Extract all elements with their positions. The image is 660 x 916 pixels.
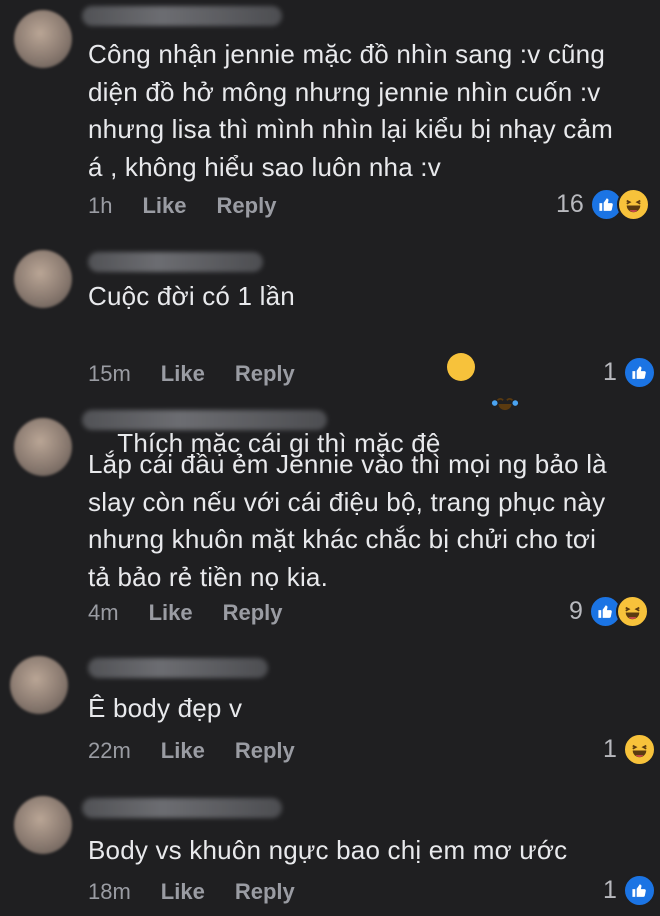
avatar[interactable] <box>14 418 72 476</box>
comment-meta: 1h Like Reply <box>88 193 276 219</box>
comment-meta: 4m Like Reply <box>88 600 283 626</box>
author-name-blurred[interactable] <box>82 410 327 430</box>
reaction-count: 9 <box>569 597 583 625</box>
avatar[interactable] <box>14 796 72 854</box>
comment-text-line: diện đồ hở mông nhưng jennie nhìn cuốn :… <box>88 77 601 107</box>
comment-text-line: Lắp cái đầu ẻm Jennie vào thì mọi ng bảo… <box>88 449 607 479</box>
reaction-summary[interactable]: 1 <box>603 733 656 766</box>
avatar[interactable] <box>10 656 68 714</box>
comment-text-line: Ê body đẹp v <box>88 693 243 723</box>
reaction-summary[interactable]: 16 <box>556 188 650 221</box>
comment-text-line: slay còn nếu với cái điệu bộ, trang phục… <box>88 487 606 517</box>
comment-text-line: nhưng khuôn mặt khác chắc bị chửi cho tơ… <box>88 524 597 554</box>
reaction-count: 16 <box>556 190 584 218</box>
like-icon <box>622 356 656 389</box>
like-icon <box>622 874 656 907</box>
author-name-blurred[interactable] <box>88 658 268 678</box>
reaction-count: 1 <box>603 358 617 386</box>
comment-text-line: tả bảo rẻ tiền nọ kia. <box>88 562 328 592</box>
comment-text-line: Công nhận jennie mặc đồ nhìn sang :v cũn… <box>88 39 606 69</box>
author-name-blurred[interactable] <box>82 6 282 26</box>
timestamp[interactable]: 15m <box>88 361 131 387</box>
timestamp[interactable]: 1h <box>88 193 112 219</box>
haha-icon <box>615 595 649 628</box>
reply-button[interactable]: Reply <box>235 879 295 905</box>
avatar[interactable] <box>14 250 72 308</box>
like-button[interactable]: Like <box>161 738 205 764</box>
timestamp[interactable]: 4m <box>88 600 119 626</box>
like-button[interactable]: Like <box>142 193 186 219</box>
comment-text-line: á , không hiểu sao luôn nha :v <box>88 152 441 182</box>
reaction-summary[interactable]: 9 <box>569 595 649 628</box>
reply-button[interactable]: Reply <box>235 738 295 764</box>
reply-button[interactable]: Reply <box>223 600 283 626</box>
comment-meta: 22m Like Reply <box>88 738 295 764</box>
author-name-blurred[interactable] <box>82 798 282 818</box>
reaction-count: 1 <box>603 735 617 763</box>
reply-button[interactable]: Reply <box>235 361 295 387</box>
like-button[interactable]: Like <box>149 600 193 626</box>
laughing-tears-emoji <box>446 352 519 411</box>
reply-button[interactable]: Reply <box>217 193 277 219</box>
timestamp[interactable]: 18m <box>88 879 131 905</box>
reaction-count: 1 <box>603 876 617 904</box>
reaction-summary[interactable]: 1 <box>603 874 656 907</box>
comment-meta: 15m Like Reply <box>88 361 295 387</box>
reaction-summary[interactable]: 1 <box>603 356 656 389</box>
haha-icon <box>616 188 650 221</box>
comment-text-line: Body vs khuôn ngực bao chị em mơ ước <box>88 835 568 865</box>
like-button[interactable]: Like <box>161 361 205 387</box>
comment-text-line: nhưng lisa thì mình nhìn lại kiểu bị nhạ… <box>88 114 614 144</box>
timestamp[interactable]: 22m <box>88 738 131 764</box>
haha-icon <box>622 733 656 766</box>
comment-meta: 18m Like Reply <box>88 879 295 905</box>
comment-text-line: Cuộc đời có 1 lần <box>88 281 295 311</box>
author-name-blurred[interactable] <box>88 252 263 272</box>
avatar[interactable] <box>14 10 72 68</box>
like-button[interactable]: Like <box>161 879 205 905</box>
